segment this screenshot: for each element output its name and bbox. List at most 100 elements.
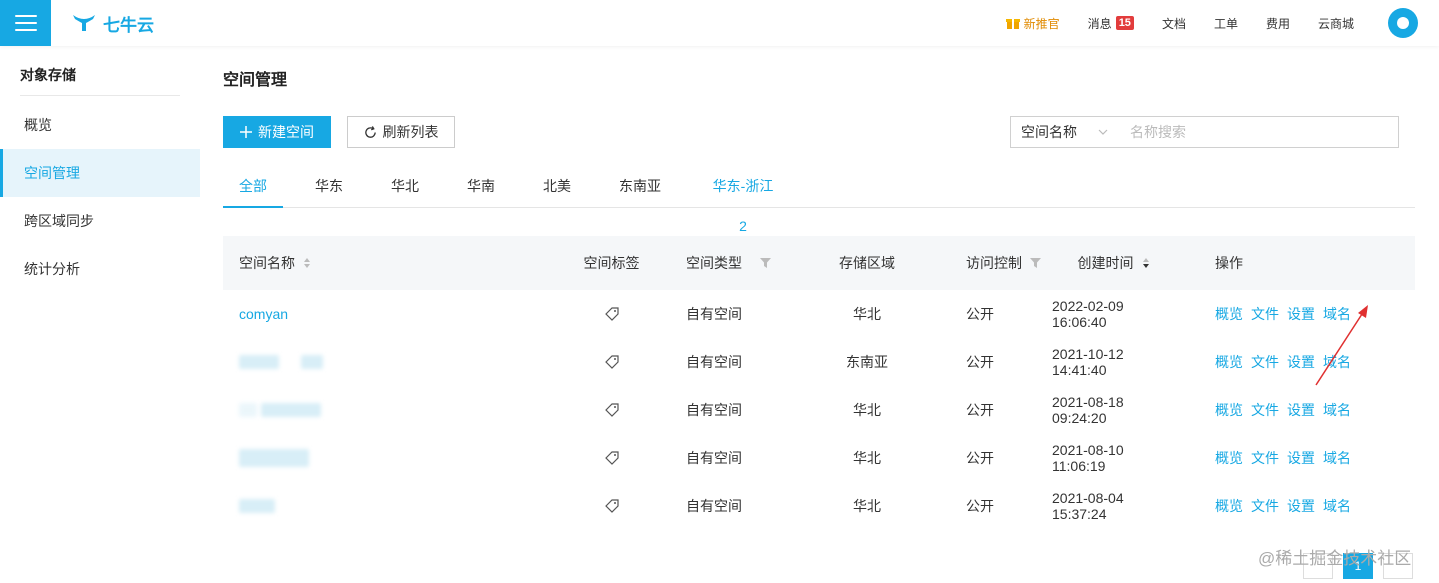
refresh-icon [364,125,376,138]
header-access-label: 访问控制 [966,255,1022,271]
action-settings-link[interactable]: 设置 [1287,496,1315,516]
gift-icon [1005,19,1020,29]
sidebar-item-statistics[interactable]: 统计分析 [0,245,200,293]
refresh-list-button[interactable]: 刷新列表 [347,116,455,148]
docs-link[interactable]: 文档 [1162,15,1186,32]
bucket-access: 公开 [966,354,994,370]
promo-label: 新推官 [1023,16,1060,31]
brand-logo[interactable]: 七牛云 [71,11,154,36]
action-overview-link[interactable]: 概览 [1215,352,1243,372]
bucket-region: 东南亚 [846,354,888,370]
tab-north-america[interactable]: 北美 [543,166,571,208]
sidebar-item-cross-region-sync[interactable]: 跨区域同步 [0,197,200,245]
refresh-list-label: 刷新列表 [382,124,439,140]
action-settings-link[interactable]: 设置 [1287,352,1315,372]
new-bucket-label: 新建空间 [258,124,314,140]
top-bar: 七牛云 新推官 消息 15 文档 工单 费用 云商城 [0,0,1439,46]
bucket-type: 自有空间 [686,354,742,370]
table-row: comyan 自有空间 华北 公开 2022-02-09 16:06:40 概览… [223,290,1415,338]
menu-icon[interactable] [0,0,51,46]
table-header: 空间名称 空间标签 空间类型 存储区域 访问控制 创建时间 操作 [223,236,1415,290]
bucket-created: 2022-02-09 16:06:40 [1052,298,1124,330]
tag-icon[interactable] [604,451,619,465]
header-name-label: 空间名称 [239,255,295,271]
messages-link[interactable]: 消息 15 [1088,15,1134,32]
store-link[interactable]: 云商城 [1318,15,1354,32]
billing-link[interactable]: 费用 [1266,15,1290,32]
tab-east-china[interactable]: 华东 [315,166,343,208]
action-files-link[interactable]: 文件 [1251,400,1279,420]
action-overview-link[interactable]: 概览 [1215,496,1243,516]
plus-icon [240,126,252,138]
search-field-label: 空间名称 [1021,124,1077,140]
action-domain-link[interactable]: 域名 [1323,352,1351,372]
tab-all[interactable]: 全部 [223,166,283,208]
search-input[interactable] [1118,116,1399,148]
action-domain-link[interactable]: 域名 [1323,304,1351,324]
header-type[interactable]: 空间类型 [663,253,803,273]
header-name[interactable]: 空间名称 [223,253,560,273]
action-settings-link[interactable]: 设置 [1287,400,1315,420]
action-files-link[interactable]: 文件 [1251,304,1279,324]
action-files-link[interactable]: 文件 [1251,352,1279,372]
action-files-link[interactable]: 文件 [1251,448,1279,468]
message-count-badge: 15 [1115,16,1134,30]
chevron-down-icon [1098,129,1108,135]
bucket-access: 公开 [966,450,994,466]
bucket-type: 自有空间 [686,450,742,466]
action-overview-link[interactable]: 概览 [1215,400,1243,420]
action-settings-link[interactable]: 设置 [1287,304,1315,324]
action-domain-link[interactable]: 域名 [1323,400,1351,420]
new-bucket-button[interactable]: 新建空间 [223,116,331,148]
action-overview-link[interactable]: 概览 [1215,448,1243,468]
main-content: 空间管理 新建空间 刷新列表 空间名称 全部 华东 华北 华南 北美 东南亚 华… [200,46,1439,583]
promo-link[interactable]: 新推官 [1005,15,1060,32]
action-domain-link[interactable]: 域名 [1323,448,1351,468]
header-created-label: 创建时间 [1077,255,1134,271]
action-overview-link[interactable]: 概览 [1215,304,1243,324]
qiniu-logo-icon [73,15,95,31]
messages-label: 消息 [1087,16,1112,31]
bucket-type: 自有空间 [686,306,742,322]
bucket-region: 华北 [853,402,881,418]
bucket-name-redacted[interactable] [223,355,560,369]
tab-southeast-asia[interactable]: 东南亚 [619,166,661,208]
filter-icon [1030,258,1041,268]
action-files-link[interactable]: 文件 [1251,496,1279,516]
tickets-link[interactable]: 工单 [1214,15,1238,32]
sidebar-title: 对象存储 [20,67,76,83]
bucket-created: 2021-10-12 14:41:40 [1052,346,1124,378]
bucket-created: 2021-08-10 11:06:19 [1052,442,1124,474]
sidebar-item-bucket-management[interactable]: 空间管理 [0,149,200,197]
filter-icon [760,258,771,268]
action-settings-link[interactable]: 设置 [1287,448,1315,468]
bucket-name-link[interactable]: comyan [239,306,288,322]
table-row: 自有空间 华北 公开 2021-08-04 15:37:24 概览 文件 设置 … [223,482,1415,530]
bucket-region: 华北 [853,450,881,466]
avatar[interactable] [1388,8,1418,38]
bucket-region: 华北 [853,306,881,322]
header-tag: 空间标签 [583,255,640,271]
bucket-access: 公开 [966,306,994,322]
tab-east-china-zhejiang2[interactable]: 华东-浙江2 [709,166,777,234]
sidebar: 对象存储 概览 空间管理 跨区域同步 统计分析 [0,46,200,583]
header-type-label: 空间类型 [686,255,742,271]
search-field-select[interactable]: 空间名称 [1010,116,1119,148]
tag-icon[interactable] [604,307,619,321]
sidebar-item-overview[interactable]: 概览 [0,101,200,149]
bucket-name-redacted[interactable] [223,449,560,467]
tag-icon[interactable] [604,403,619,417]
tab-south-china[interactable]: 华南 [467,166,495,208]
bucket-name-redacted[interactable] [223,499,560,513]
brand-name: 七牛云 [103,15,154,35]
table-row: 自有空间 东南亚 公开 2021-10-12 14:41:40 概览 文件 设置… [223,338,1415,386]
tab-north-china[interactable]: 华北 [391,166,419,208]
tag-icon[interactable] [604,355,619,369]
header-access[interactable]: 访问控制 [931,253,1052,273]
sort-desc-icon [1142,258,1149,268]
bucket-name-redacted[interactable] [223,403,560,417]
tag-icon[interactable] [604,499,619,513]
action-domain-link[interactable]: 域名 [1323,496,1351,516]
watermark: @稀土掘金技术社区 [1258,549,1412,568]
header-created[interactable]: 创建时间 [1052,253,1175,273]
